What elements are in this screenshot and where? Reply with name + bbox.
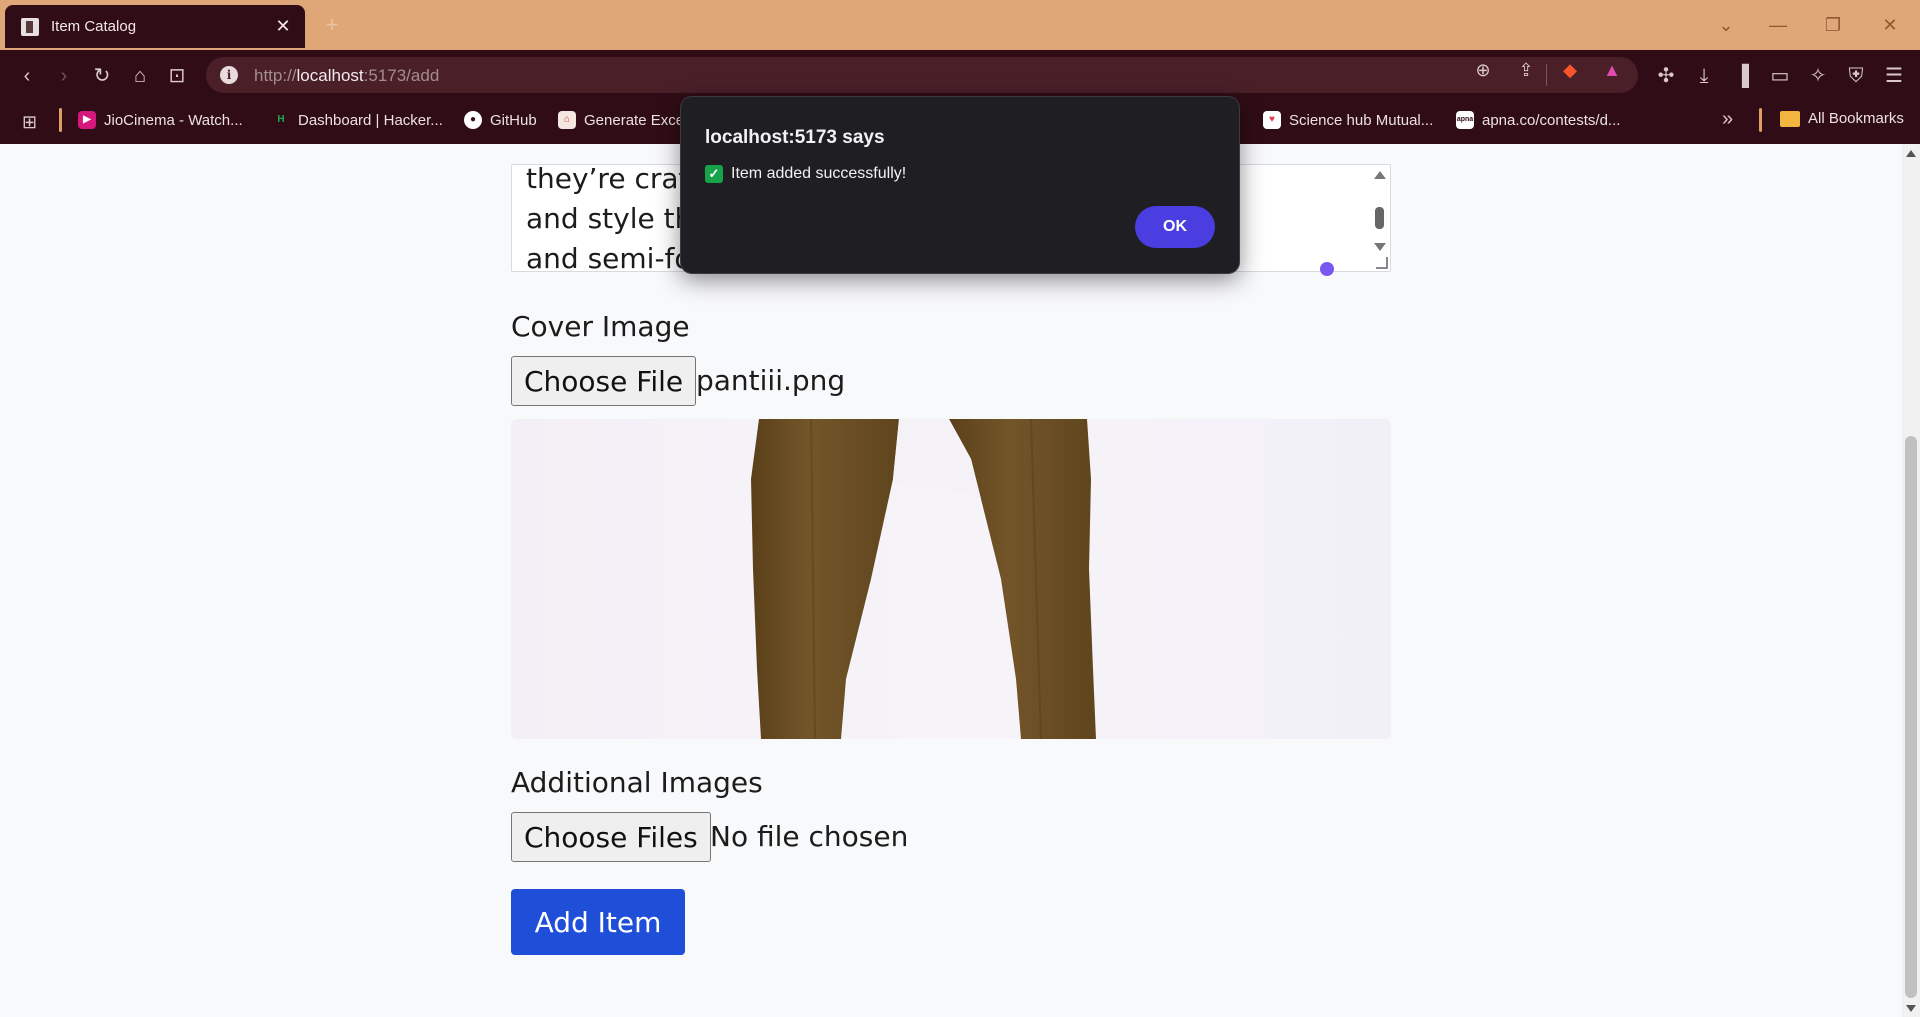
- bookmark-jiocinema[interactable]: ▶ JioCinema - Watch...: [78, 108, 243, 132]
- folder-icon: [1780, 110, 1800, 127]
- scroll-up-arrow-icon[interactable]: [1374, 171, 1386, 179]
- wallet-icon[interactable]: ▭: [1767, 63, 1793, 89]
- page-scroll-up-icon[interactable]: [1906, 150, 1916, 157]
- tab-strip: Item Catalog ✕ + ⌄ — ❐ ✕: [0, 0, 1920, 50]
- additional-file-status: No file chosen: [710, 820, 909, 853]
- menu-icon[interactable]: ☰: [1881, 63, 1907, 89]
- pants-image-icon: [751, 419, 1096, 739]
- all-bookmarks-label: All Bookmarks: [1808, 110, 1904, 127]
- textarea-scrollbar[interactable]: [1372, 171, 1386, 261]
- page-scrollbar[interactable]: [1902, 144, 1920, 1017]
- bookmarks-separator: [1759, 108, 1762, 132]
- downloads-icon[interactable]: ⤓: [1691, 63, 1717, 89]
- browser-toolbar: ‹ › ↻ ⌂ ⊡ i http://localhost:5173/add ⊕ …: [0, 50, 1920, 100]
- brave-rewards-icon[interactable]: ▲: [1599, 57, 1625, 83]
- bookmark-apna[interactable]: apna apna.co/contests/d...: [1456, 108, 1620, 132]
- page-content: they’re craft comfort and style th casua…: [0, 144, 1902, 1017]
- cover-choose-file-button[interactable]: Choose File: [511, 356, 697, 406]
- bookmarks-overflow-icon[interactable]: »: [1722, 108, 1733, 131]
- additional-choose-files-button[interactable]: Choose Files: [511, 812, 711, 862]
- resize-handle-icon[interactable]: [1376, 257, 1388, 269]
- site-info-icon[interactable]: i: [220, 66, 238, 84]
- address-bar[interactable]: i http://localhost:5173/add: [206, 57, 1638, 93]
- tab-item-catalog[interactable]: Item Catalog ✕: [5, 5, 305, 48]
- science-hub-icon: ♥: [1263, 111, 1281, 129]
- vpn-icon[interactable]: ⛨: [1843, 63, 1869, 89]
- bookmark-label: Dashboard | Hacker...: [298, 111, 443, 129]
- minimize-button[interactable]: —: [1765, 12, 1791, 38]
- generate-excel-icon: ⌂: [558, 111, 576, 129]
- checkmark-icon: ✓: [705, 165, 723, 183]
- home-button[interactable]: ⌂: [127, 63, 153, 89]
- add-item-button[interactable]: Add Item: [511, 889, 685, 955]
- bookmark-hackerrank[interactable]: H Dashboard | Hacker...: [272, 108, 443, 132]
- dialog-title: localhost:5173 says: [705, 127, 885, 148]
- tab-close-icon[interactable]: ✕: [273, 16, 293, 37]
- alert-dialog: localhost:5173 says ✓ Item added success…: [680, 96, 1240, 274]
- all-bookmarks-button[interactable]: All Bookmarks: [1780, 110, 1904, 127]
- dialog-message: ✓ Item added successfully!: [705, 165, 906, 183]
- forward-button[interactable]: ›: [51, 63, 77, 89]
- bookmarks-separator: [59, 108, 62, 132]
- tab-title: Item Catalog: [51, 18, 137, 35]
- dialog-ok-button[interactable]: OK: [1135, 206, 1215, 248]
- cover-image-preview: [511, 419, 1391, 739]
- window-close-button[interactable]: ✕: [1877, 12, 1903, 38]
- restore-button[interactable]: ❐: [1820, 12, 1846, 38]
- sidebar-icon[interactable]: ▐: [1729, 63, 1755, 89]
- additional-images-label: Additional Images: [511, 766, 763, 799]
- bookmark-science-hub[interactable]: ♥ Science hub Mutual...: [1263, 108, 1433, 132]
- extensions-icon[interactable]: ✣: [1653, 63, 1679, 89]
- leo-ai-icon[interactable]: ✧: [1805, 63, 1831, 89]
- bookmark-page-button[interactable]: ⊡: [164, 63, 190, 89]
- reload-button[interactable]: ↻: [89, 63, 115, 89]
- bookmark-label: JioCinema - Watch...: [104, 111, 243, 129]
- dialog-message-text: Item added successfully!: [731, 165, 907, 182]
- tab-search-icon[interactable]: ⌄: [1713, 12, 1739, 38]
- new-tab-button[interactable]: +: [318, 12, 346, 38]
- bookmark-generate-excel[interactable]: ⌂ Generate Exce: [558, 108, 684, 132]
- scroll-down-arrow-icon[interactable]: [1374, 243, 1386, 251]
- brave-shields-icon[interactable]: ◆: [1557, 57, 1583, 83]
- zoom-icon[interactable]: ⊕: [1470, 57, 1496, 83]
- apps-grid-icon[interactable]: ⊞: [22, 111, 44, 133]
- bookmark-label: Generate Exce: [584, 111, 685, 129]
- bookmark-label: apna.co/contests/d...: [1482, 111, 1621, 129]
- url-text[interactable]: http://localhost:5173/add: [254, 66, 439, 86]
- page-scrollbar-thumb[interactable]: [1905, 436, 1917, 998]
- page-scroll-down-icon[interactable]: [1906, 1005, 1916, 1012]
- bookmark-label: GitHub: [490, 111, 537, 129]
- toolbar-divider: [1546, 64, 1547, 86]
- share-icon[interactable]: ⇪: [1513, 57, 1539, 83]
- bookmark-label: Science hub Mutual...: [1289, 111, 1434, 129]
- grammar-indicator-icon[interactable]: [1320, 262, 1334, 276]
- cover-image-label: Cover Image: [511, 310, 690, 343]
- jiocinema-icon: ▶: [78, 111, 96, 129]
- hackerrank-icon: H: [272, 111, 290, 129]
- github-icon: ●: [464, 111, 482, 129]
- apna-icon: apna: [1456, 111, 1474, 129]
- back-button[interactable]: ‹: [14, 63, 40, 89]
- bookmark-github[interactable]: ● GitHub: [464, 108, 537, 132]
- scrollbar-thumb[interactable]: [1375, 207, 1384, 229]
- site-favicon-icon: [21, 17, 39, 36]
- cover-file-name: pantiii.png: [696, 364, 846, 397]
